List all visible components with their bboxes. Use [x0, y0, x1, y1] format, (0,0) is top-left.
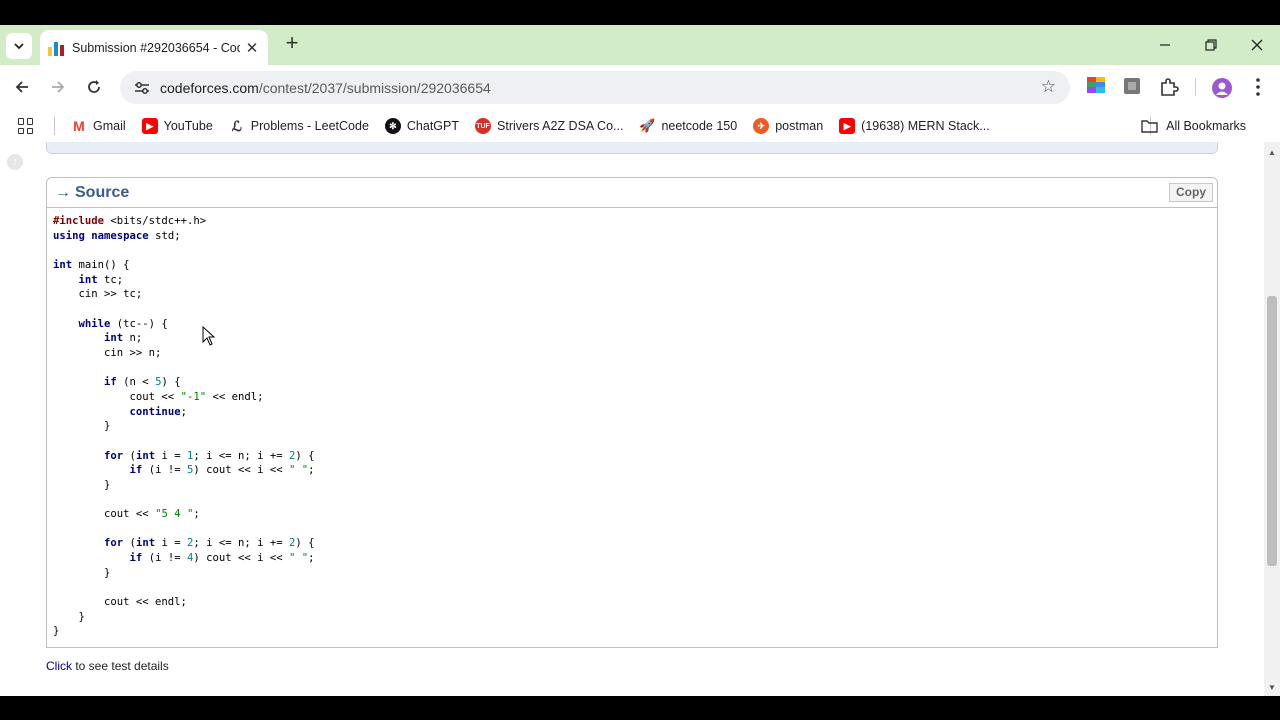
code-line: int tc;	[78, 273, 124, 286]
click-link[interactable]: Click	[46, 659, 72, 673]
code-line: while (tc--) {	[78, 317, 168, 330]
chatgpt-icon: ✻	[384, 118, 401, 134]
bookmark-star-icon[interactable]: ☆	[1041, 77, 1056, 97]
restore-button[interactable]	[1188, 25, 1234, 65]
scrollbar-thumb[interactable]	[1267, 296, 1277, 566]
code-line: }	[53, 478, 111, 491]
bookmark-chatgpt[interactable]: ✻ ChatGPT	[384, 118, 459, 134]
tab-search-button[interactable]	[6, 33, 32, 59]
code-line: if (n < 5) {	[104, 376, 181, 389]
code-line: if (i != 4) cout << i << " ";	[129, 552, 315, 565]
bookmark-neetcode[interactable]: 🚀 neetcode 150	[639, 118, 737, 134]
arrow-right-icon	[52, 81, 65, 93]
gmail-icon: M	[71, 118, 87, 134]
site-info-icon[interactable]	[132, 78, 152, 98]
code-line: }	[53, 566, 111, 579]
bookmark-leetcode[interactable]: ℒ Problems - LeetCode	[228, 118, 369, 134]
arrow-right-icon: →	[55, 183, 71, 201]
chevron-down-icon	[14, 43, 24, 50]
puzzle-icon[interactable]	[1159, 77, 1179, 97]
menu-kebab-icon[interactable]	[1248, 77, 1268, 97]
new-tab-button[interactable]: +	[281, 32, 303, 55]
tuf-icon: TUF	[475, 118, 492, 134]
code-line: for (int i = 1; i <= n; i += 2) {	[104, 449, 315, 462]
bookmark-mern-stack[interactable]: ▶ (19638) MERN Stack...	[839, 118, 990, 134]
youtube-icon: ▶	[141, 118, 158, 134]
youtube-icon: ▶	[839, 118, 856, 134]
folder-icon	[1141, 120, 1158, 133]
code-line: int main() {	[53, 258, 130, 271]
code-line: #include <bits/stdc++.h>	[53, 215, 207, 227]
arrow-left-icon	[15, 81, 28, 93]
code-line: if (i != 5) cout << i << " ";	[129, 464, 315, 477]
bookmark-youtube[interactable]: ▶ YouTube	[141, 118, 213, 134]
codeforces-icon	[48, 40, 64, 56]
bookmark-postman[interactable]: ✈ postman	[753, 118, 823, 134]
minimize-button[interactable]	[1142, 25, 1188, 65]
code-line: int n;	[104, 332, 143, 345]
bookmark-strivers[interactable]: TUF Strivers A2Z DSA Co...	[475, 118, 623, 134]
color-extension-icon[interactable]	[1087, 77, 1107, 97]
source-title: → Source	[55, 183, 130, 201]
scroll-up-arrow-icon[interactable]: ▲	[1268, 148, 1276, 157]
code-line: cout << endl;	[53, 596, 187, 609]
restore-icon	[1205, 39, 1217, 51]
code-line: }	[53, 625, 60, 638]
postman-icon: ✈	[753, 118, 770, 134]
tab-strip: Submission #292036654 - Codeforces ✕ +	[0, 25, 1280, 65]
bookmarks-divider	[54, 117, 55, 135]
code-line: for (int i = 2; i <= n; i += 2) {	[104, 537, 315, 550]
top-black-bar	[0, 0, 1280, 25]
url-text: codeforces.com/contest/2037/submission/2…	[160, 79, 491, 96]
code-line: }	[53, 420, 111, 433]
source-header: → Source Copy	[47, 178, 1217, 208]
test-details-line: Click to see test details	[46, 659, 169, 673]
mouse-cursor-icon	[202, 325, 216, 351]
scroll-up-icon[interactable]: ↑	[7, 154, 23, 170]
close-icon	[1251, 39, 1263, 51]
neetcode-icon: 🚀	[639, 118, 656, 134]
previous-section-edge	[46, 142, 1218, 154]
back-button[interactable]	[10, 75, 34, 99]
all-bookmarks-button[interactable]: All Bookmarks	[1141, 119, 1246, 133]
toolbar-divider	[1195, 78, 1196, 96]
forward-button[interactable]	[46, 75, 70, 99]
page-content: ↑ → Source Copy #include <bits/stdc++.h> u…	[0, 142, 1264, 696]
minimize-icon	[1160, 44, 1170, 46]
browser-toolbar: codeforces.com/contest/2037/submission/2…	[0, 65, 1280, 110]
bookmark-gmail[interactable]: M Gmail	[71, 118, 126, 134]
code-line: using namespace std;	[53, 229, 181, 242]
close-window-button[interactable]	[1234, 25, 1280, 65]
source-panel: → Source Copy #include <bits/stdc++.h> usi…	[46, 177, 1218, 648]
profile-avatar[interactable]	[1211, 77, 1232, 98]
tab-active[interactable]: Submission #292036654 - Codeforces ✕	[40, 30, 268, 65]
tab-title: Submission #292036654 - Codeforces	[72, 40, 240, 55]
copy-button[interactable]: Copy	[1169, 183, 1213, 202]
bottom-black-bar	[0, 696, 1280, 720]
code-line: continue;	[129, 405, 187, 418]
reload-button[interactable]	[82, 75, 106, 99]
close-icon[interactable]: ✕	[244, 39, 260, 57]
extension-icon[interactable]	[1123, 77, 1143, 97]
leetcode-icon: ℒ	[228, 118, 245, 134]
code-line: cin >> tc;	[53, 288, 143, 301]
code-line: cout << "5 4 ";	[53, 508, 200, 521]
code-line: }	[53, 610, 85, 623]
code-line: cout << "-1" << endl;	[53, 390, 264, 403]
source-code[interactable]: #include <bits/stdc++.h> using namespace …	[47, 208, 1217, 639]
bookmarks-bar: M Gmail ▶ YouTube ℒ Problems - LeetCode …	[0, 110, 1280, 142]
apps-grid-icon[interactable]	[18, 118, 34, 134]
page-scrollbar[interactable]: ▲ ▼	[1264, 142, 1280, 696]
reload-icon	[88, 80, 100, 93]
address-bar[interactable]: codeforces.com/contest/2037/submission/2…	[120, 71, 1070, 104]
code-line: cin >> n;	[53, 346, 162, 359]
scroll-down-arrow-icon[interactable]: ▼	[1268, 683, 1276, 692]
